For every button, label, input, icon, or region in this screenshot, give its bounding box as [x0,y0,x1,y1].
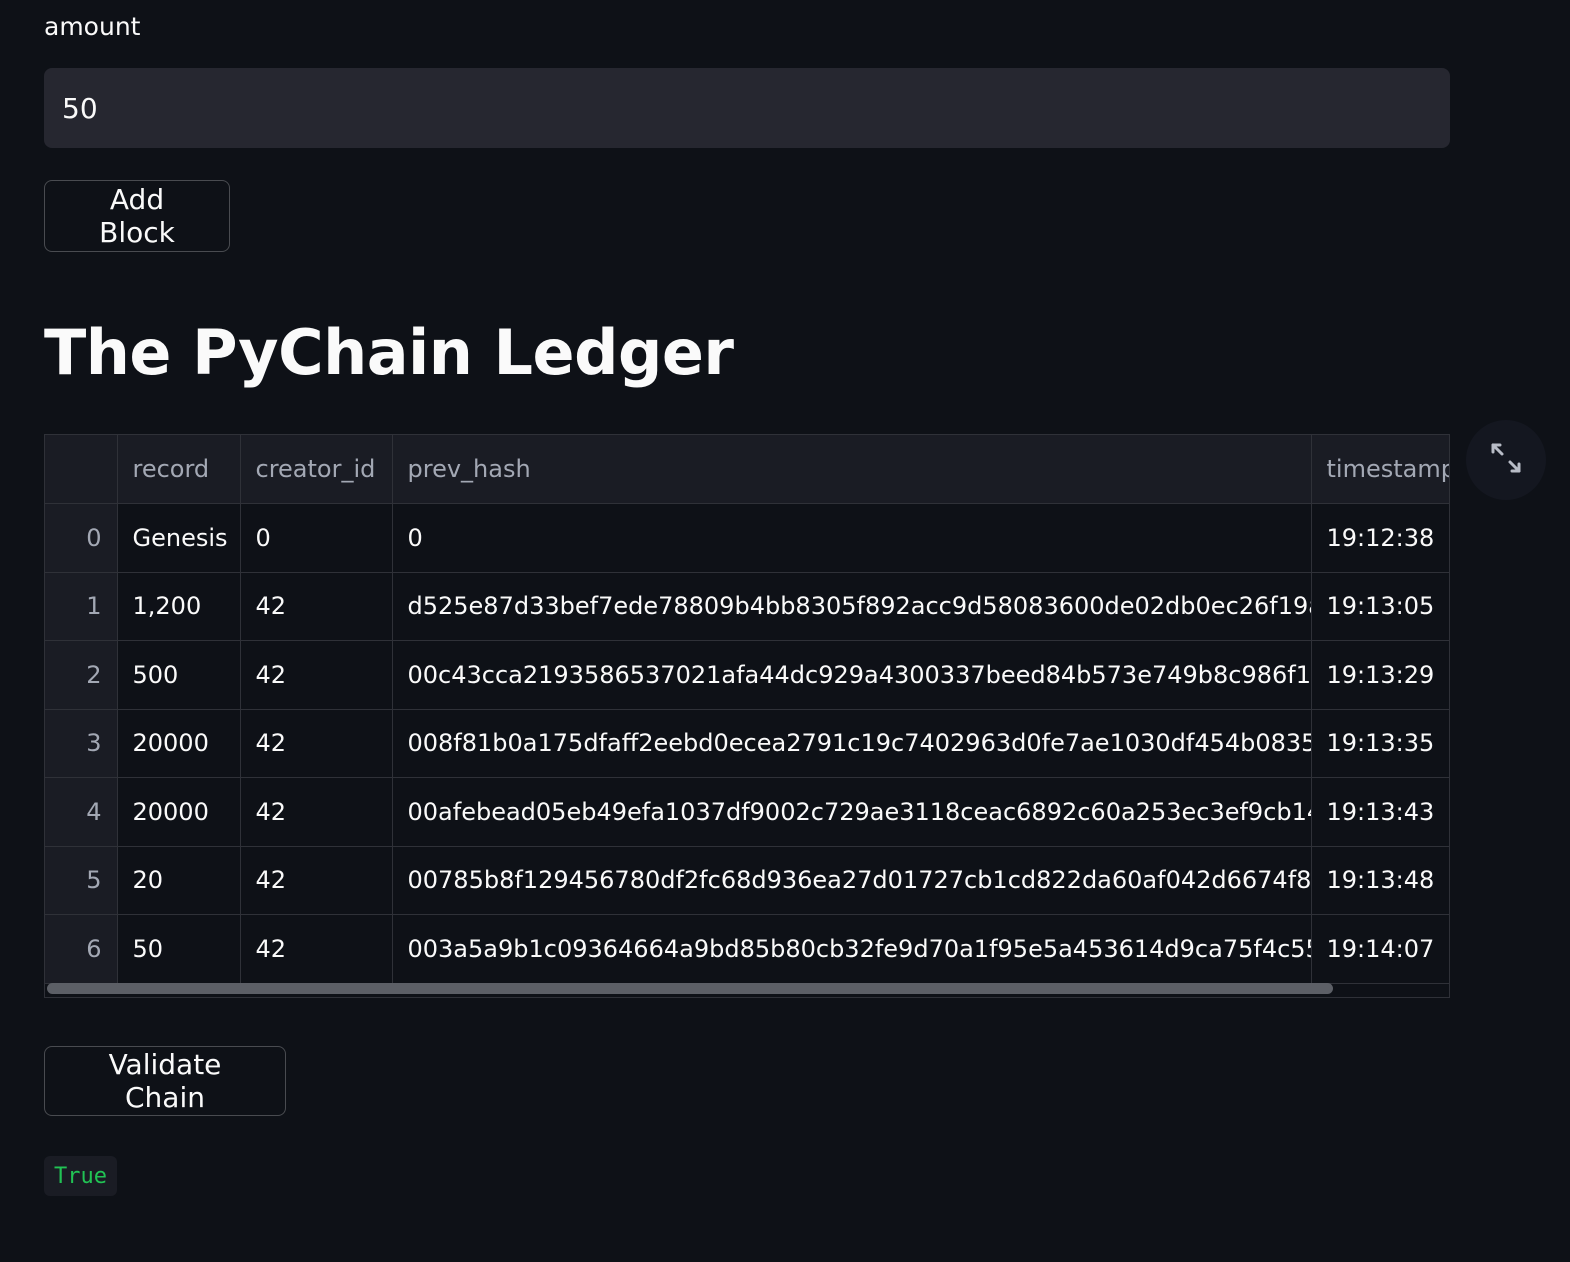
column-header-index[interactable] [45,435,118,504]
horizontal-scrollbar[interactable] [47,983,1333,994]
table-row: 5 20 42 00785b8f129456780df2fc68d936ea27… [45,846,1449,915]
creator-id-cell[interactable]: 42 [240,640,393,710]
record-cell[interactable]: Genesis [117,503,241,573]
timestamp-cell[interactable]: 19:14:07 [1311,914,1449,984]
validate-chain-button[interactable]: Validate Chain [44,1046,286,1116]
creator-id-cell[interactable]: 42 [240,846,393,915]
timestamp-cell[interactable]: 19:12:38 [1311,503,1449,573]
table-row: 1 1,200 42 d525e87d33bef7ede78809b4bb830… [45,572,1449,641]
prev-hash-cell[interactable]: 008f81b0a175dfaff2eebd0ecea2791c19c74029… [392,709,1312,778]
row-index: 0 [45,503,118,573]
table-header-row: record creator_id prev_hash timestamp [45,435,1449,504]
timestamp-cell[interactable]: 19:13:43 [1311,777,1449,847]
creator-id-cell[interactable]: 0 [240,503,393,573]
timestamp-cell[interactable]: 19:13:35 [1311,709,1449,778]
table-row: 3 20000 42 008f81b0a175dfaff2eebd0ecea27… [45,709,1449,778]
prev-hash-cell[interactable]: 00c43cca2193586537021afa44dc929a4300337b… [392,640,1312,710]
column-header-prev-hash[interactable]: prev_hash [392,435,1312,504]
table-row: 6 50 42 003a5a9b1c09364664a9bd85b80cb32f… [45,914,1449,984]
amount-label: amount [44,12,141,41]
validation-result: True [44,1156,117,1196]
record-cell[interactable]: 20000 [117,709,241,778]
creator-id-cell[interactable]: 42 [240,572,393,641]
row-index: 2 [45,640,118,710]
prev-hash-cell[interactable]: d525e87d33bef7ede78809b4bb8305f892acc9d5… [392,572,1312,641]
timestamp-cell[interactable]: 19:13:05 [1311,572,1449,641]
prev-hash-cell[interactable]: 00785b8f129456780df2fc68d936ea27d01727cb… [392,846,1312,915]
row-index: 1 [45,572,118,641]
prev-hash-cell[interactable]: 0 [392,503,1312,573]
creator-id-cell[interactable]: 42 [240,914,393,984]
record-cell[interactable]: 1,200 [117,572,241,641]
record-cell[interactable]: 500 [117,640,241,710]
row-index: 3 [45,709,118,778]
prev-hash-cell[interactable]: 003a5a9b1c09364664a9bd85b80cb32fe9d70a1f… [392,914,1312,984]
amount-input[interactable] [44,68,1450,148]
creator-id-cell[interactable]: 42 [240,709,393,778]
ledger-table[interactable]: record creator_id prev_hash timestamp 0 … [44,434,1450,998]
fullscreen-button[interactable] [1466,420,1546,500]
column-header-timestamp[interactable]: timestamp [1311,435,1449,504]
page-title: The PyChain Ledger [44,316,734,389]
record-cell[interactable]: 20000 [117,777,241,847]
row-index: 5 [45,846,118,915]
prev-hash-cell[interactable]: 00afebead05eb49efa1037df9002c729ae3118ce… [392,777,1312,847]
timestamp-cell[interactable]: 19:13:29 [1311,640,1449,710]
record-cell[interactable]: 50 [117,914,241,984]
record-cell[interactable]: 20 [117,846,241,915]
timestamp-cell[interactable]: 19:13:48 [1311,846,1449,915]
table-row: 2 500 42 00c43cca2193586537021afa44dc929… [45,640,1449,710]
add-block-button[interactable]: Add Block [44,180,230,252]
column-header-record[interactable]: record [117,435,241,504]
column-header-creator-id[interactable]: creator_id [240,435,393,504]
table-row: 0 Genesis 0 0 19:12:38 [45,503,1449,573]
table-row: 4 20000 42 00afebead05eb49efa1037df9002c… [45,777,1449,847]
row-index: 6 [45,914,118,984]
app-page: amount Add Block The PyChain Ledger reco… [0,0,1570,1262]
creator-id-cell[interactable]: 42 [240,777,393,847]
row-index: 4 [45,777,118,847]
expand-arrows-icon [1489,441,1523,479]
